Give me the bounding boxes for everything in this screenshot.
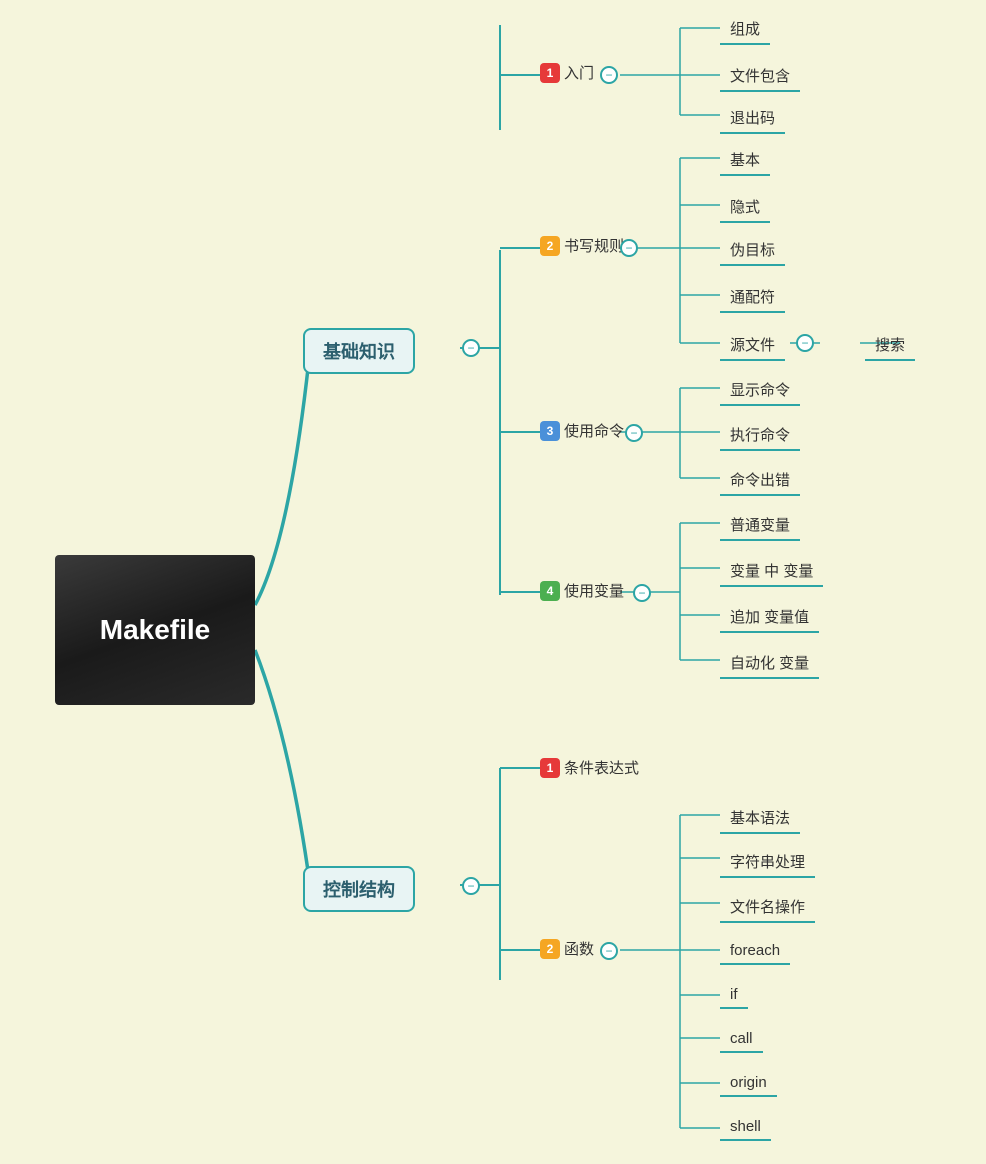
leaf-yinshi: 隐式 <box>720 192 770 223</box>
badge-3: 3 <box>540 421 560 441</box>
collapse-branch4[interactable]: − <box>633 584 651 602</box>
branch-shiyong-mingling: 3 使用命令 <box>540 420 624 441</box>
badge-4: 4 <box>540 581 560 601</box>
node-jichu-zhishi[interactable]: 基础知识 <box>303 328 415 374</box>
leaf-zucheng: 组成 <box>720 14 770 45</box>
leaf-mingling-chucuo: 命令出错 <box>720 465 800 496</box>
collapse-branch2[interactable]: − <box>620 239 638 257</box>
leaf-xianshi-mingling: 显示命令 <box>720 375 800 406</box>
leaf-zhuijia-liangzhi: 追加 变量值 <box>720 602 819 633</box>
collapse-jichu-zhishi[interactable]: − <box>462 339 480 357</box>
leaf-wenjianming-caozuo: 文件名操作 <box>720 892 815 923</box>
leaf-call: call <box>720 1026 763 1053</box>
leaf-tongpeifu: 通配符 <box>720 282 785 313</box>
branch-rumen: 1 入门 <box>540 62 594 83</box>
collapse-branch1[interactable]: − <box>600 66 618 84</box>
leaf-jiben-yufa: 基本语法 <box>720 803 800 834</box>
leaf-wenjian-baohuan: 文件包含 <box>720 61 800 92</box>
badge-2: 2 <box>540 236 560 256</box>
mind-map: Makefile 基础知识 − 1 入门 − 组成 文件包含 退出码 2 书写规… <box>0 0 986 1164</box>
branch-shiyong-bianliang: 4 使用变量 <box>540 580 624 601</box>
leaf-zhixing-mingling: 执行命令 <box>720 420 800 451</box>
branch-hanshu: 2 函数 <box>540 938 594 959</box>
leaf-yuanwenjian: 源文件 <box>720 330 785 361</box>
leaf-putong-bianliang: 普通变量 <box>720 510 800 541</box>
branch-shuxie-guize: 2 书写规则 <box>540 235 624 256</box>
makefile-title: Makefile <box>100 614 211 646</box>
makefile-image: Makefile <box>55 555 255 705</box>
leaf-tuichu-ma: 退出码 <box>720 103 785 134</box>
leaf-if: if <box>720 982 748 1009</box>
collapse-branch3[interactable]: − <box>625 424 643 442</box>
badge-c2: 2 <box>540 939 560 959</box>
collapse-kongzhi-jiegou[interactable]: − <box>462 877 480 895</box>
leaf-shell: shell <box>720 1114 771 1141</box>
leaf-bianliang-zhong: 变量 中 变量 <box>720 556 823 587</box>
leaf-foreach: foreach <box>720 938 790 965</box>
node-kongzhi-jiegou[interactable]: 控制结构 <box>303 866 415 912</box>
badge-1: 1 <box>540 63 560 83</box>
leaf-zidonghua-bianliang: 自动化 变量 <box>720 648 819 679</box>
branch-tiaojian-biaodashu: 1 条件表达式 <box>540 757 639 778</box>
collapse-yuanwenjian[interactable]: − <box>796 334 814 352</box>
leaf-jiben: 基本 <box>720 145 770 176</box>
collapse-branch-c2[interactable]: − <box>600 942 618 960</box>
leaf-zifuchuan-chuli: 字符串处理 <box>720 847 815 878</box>
leaf-sousuo: 搜索 <box>865 330 915 361</box>
leaf-origin: origin <box>720 1070 777 1097</box>
badge-c1: 1 <box>540 758 560 778</box>
leaf-wei-mubiao: 伪目标 <box>720 235 785 266</box>
